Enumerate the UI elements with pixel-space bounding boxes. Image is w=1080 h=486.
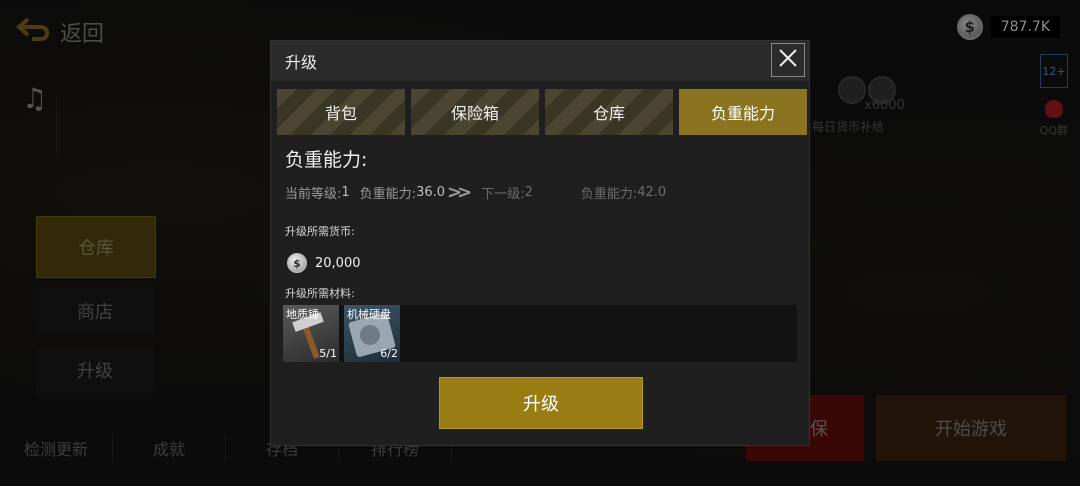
material-name: 机械硬盘 <box>347 308 391 321</box>
upgrade-button[interactable]: 升级 <box>439 377 643 429</box>
current-capacity-label: 负重能力: <box>359 187 417 202</box>
dialog-title: 升级 <box>285 53 318 72</box>
material-count: 5/1 <box>319 347 337 360</box>
next-level-label: 下一级: <box>481 187 525 202</box>
materials-list: 地质锤 5/1 机械硬盘 6/2 <box>283 305 797 362</box>
tab-safe-box[interactable]: 保险箱 <box>411 89 539 135</box>
double-chevron-right-icon: >> <box>447 182 472 203</box>
material-item[interactable]: 机械硬盘 6/2 <box>344 305 400 362</box>
cost-label: 升级所需货币: <box>285 225 355 238</box>
current-level-label: 当前等级: <box>285 187 342 202</box>
materials-label: 升级所需材料: <box>285 287 355 300</box>
next-capacity-value: 42.0 <box>637 185 667 200</box>
dialog-tabs: 背包 保险箱 仓库 负重能力 <box>277 89 807 135</box>
cost-row: $ 20,000 <box>287 253 361 273</box>
tab-load-capacity[interactable]: 负重能力 <box>679 89 807 135</box>
upgrade-dialog: 升级 背包 保险箱 仓库 负重能力 负重能力: 当前等级: 1 负重能力: 36… <box>270 40 810 446</box>
current-level-value: 1 <box>341 185 350 200</box>
material-item[interactable]: 地质锤 5/1 <box>283 305 339 362</box>
next-capacity-label: 负重能力: <box>580 187 638 202</box>
next-level-value: 2 <box>524 185 533 200</box>
material-count: 6/2 <box>380 347 398 360</box>
close-button[interactable] <box>771 43 805 77</box>
coin-icon: $ <box>287 253 307 273</box>
current-capacity-value: 36.0 <box>416 185 446 200</box>
section-title: 负重能力: <box>285 149 368 171</box>
level-info-row: 当前等级: 1 负重能力: 36.0 >> 下一级: 2 负重能力: 42.0 <box>285 182 666 203</box>
close-icon <box>778 48 798 72</box>
tab-backpack[interactable]: 背包 <box>277 89 405 135</box>
dialog-header: 升级 <box>271 41 809 81</box>
material-name: 地质锤 <box>286 308 319 321</box>
tab-warehouse[interactable]: 仓库 <box>545 89 673 135</box>
cost-value: 20,000 <box>315 255 361 271</box>
